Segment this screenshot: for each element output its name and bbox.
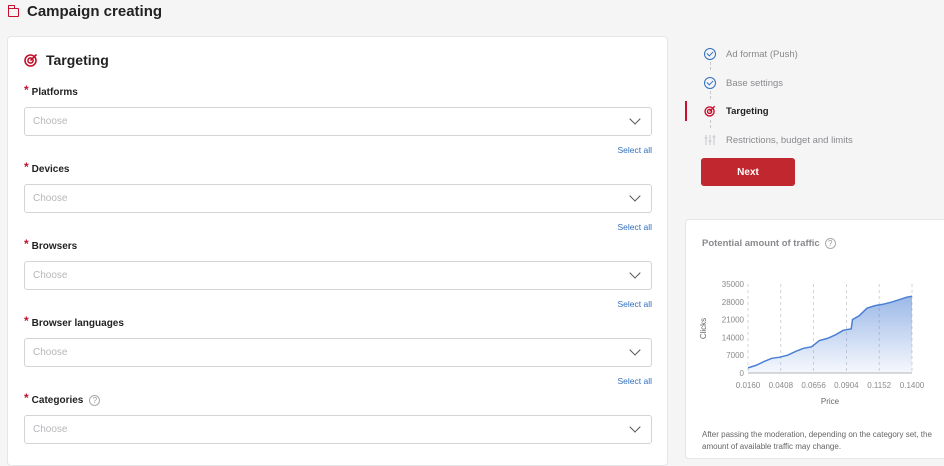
- categories-label: Categories: [31, 394, 84, 406]
- devices-select-all-link[interactable]: Select all: [24, 222, 653, 232]
- browsers-label: Browsers: [31, 240, 78, 252]
- required-marker: *: [24, 160, 29, 174]
- x-tick-label: 0.1152: [867, 381, 891, 390]
- active-step-indicator: [685, 101, 687, 121]
- traffic-note: After passing the moderation, depending …: [702, 430, 932, 451]
- y-tick-label: 21000: [722, 316, 745, 325]
- help-icon[interactable]: ?: [824, 238, 836, 249]
- browser-languages-label: Browser languages: [31, 317, 124, 329]
- browser-languages-field: * Browser languages Choose Select all: [24, 314, 653, 386]
- traffic-chart: 35000 28000 21000 14000 7000 0 0.0160 0.0408 0.0…: [699, 280, 925, 406]
- x-tick-label: 0.1400: [900, 381, 925, 390]
- step-ad-format[interactable]: Ad format (Push): [685, 44, 944, 64]
- browser-languages-select-all-link[interactable]: Select all: [24, 376, 653, 386]
- platforms-label: Platforms: [31, 86, 78, 98]
- step-label: Ad format (Push): [726, 48, 798, 60]
- platforms-select[interactable]: Choose: [24, 107, 652, 136]
- required-marker: *: [24, 83, 29, 97]
- y-tick-label: 14000: [722, 333, 745, 342]
- targeting-card: Targeting * Platforms Choose Select all *…: [7, 36, 668, 466]
- targeting-title: Targeting: [46, 52, 109, 68]
- devices-label: Devices: [31, 163, 70, 175]
- step-base-settings[interactable]: Base settings: [685, 73, 944, 93]
- traffic-card: Potential amount of traffic ? 35000 28000…: [685, 219, 944, 459]
- platforms-field: * Platforms Choose Select all: [24, 83, 653, 155]
- x-tick-label: 0.0656: [801, 381, 826, 390]
- traffic-title: Potential amount of traffic ?: [702, 238, 836, 249]
- step-label: Restrictions, budget and limits: [726, 134, 853, 146]
- y-axis-label: Clicks: [699, 318, 708, 339]
- targeting-header: Targeting: [24, 52, 109, 68]
- chevron-down-icon: [629, 113, 641, 125]
- y-tick-label: 28000: [722, 298, 745, 307]
- target-icon: [24, 53, 38, 67]
- step-label: Targeting: [726, 105, 769, 117]
- y-tick-label: 7000: [726, 351, 744, 360]
- check-circle-icon: [704, 77, 716, 89]
- next-button[interactable]: Next: [701, 158, 795, 186]
- x-tick-label: 0.0160: [736, 381, 761, 390]
- folder-icon: [7, 4, 19, 17]
- chevron-down-icon: [629, 190, 641, 202]
- x-axis-label: Price: [821, 397, 840, 406]
- y-tick-label: 35000: [722, 280, 745, 289]
- help-icon[interactable]: ?: [89, 394, 101, 406]
- step-restrictions[interactable]: Restrictions, budget and limits: [685, 130, 944, 150]
- step-targeting[interactable]: Targeting: [685, 101, 944, 121]
- required-marker: *: [24, 314, 29, 328]
- page-title: Campaign creating: [27, 2, 163, 20]
- browsers-select-all-link[interactable]: Select all: [24, 299, 653, 309]
- browser-languages-placeholder: Choose: [33, 347, 68, 358]
- x-tick-label: 0.0408: [769, 381, 794, 390]
- browsers-placeholder: Choose: [33, 270, 68, 281]
- required-marker: *: [24, 391, 29, 405]
- chevron-down-icon: [629, 267, 641, 279]
- required-marker: *: [24, 237, 29, 251]
- categories-placeholder: Choose: [33, 424, 68, 435]
- traffic-title-text: Potential amount of traffic: [702, 238, 820, 249]
- series-area: [748, 296, 912, 373]
- step-connector: [710, 120, 711, 128]
- browser-languages-select[interactable]: Choose: [24, 338, 652, 367]
- categories-field: * Categories? Choose: [24, 391, 652, 444]
- chevron-down-icon: [629, 344, 641, 356]
- x-tick-label: 0.0904: [834, 381, 859, 390]
- page-header: Campaign creating: [7, 0, 163, 22]
- step-label: Base settings: [726, 77, 784, 89]
- target-icon: [704, 105, 716, 117]
- browsers-field: * Browsers Choose Select all: [24, 237, 653, 309]
- y-tick-label: 0: [740, 369, 745, 378]
- check-circle-icon: [704, 48, 716, 60]
- browsers-select[interactable]: Choose: [24, 261, 652, 290]
- devices-field: * Devices Choose Select all: [24, 160, 653, 232]
- devices-placeholder: Choose: [33, 193, 68, 204]
- platforms-placeholder: Choose: [33, 116, 68, 127]
- devices-select[interactable]: Choose: [24, 184, 652, 213]
- sliders-icon: [704, 135, 716, 145]
- chevron-down-icon: [629, 421, 641, 433]
- platforms-select-all-link[interactable]: Select all: [24, 145, 653, 155]
- categories-select[interactable]: Choose: [24, 415, 652, 444]
